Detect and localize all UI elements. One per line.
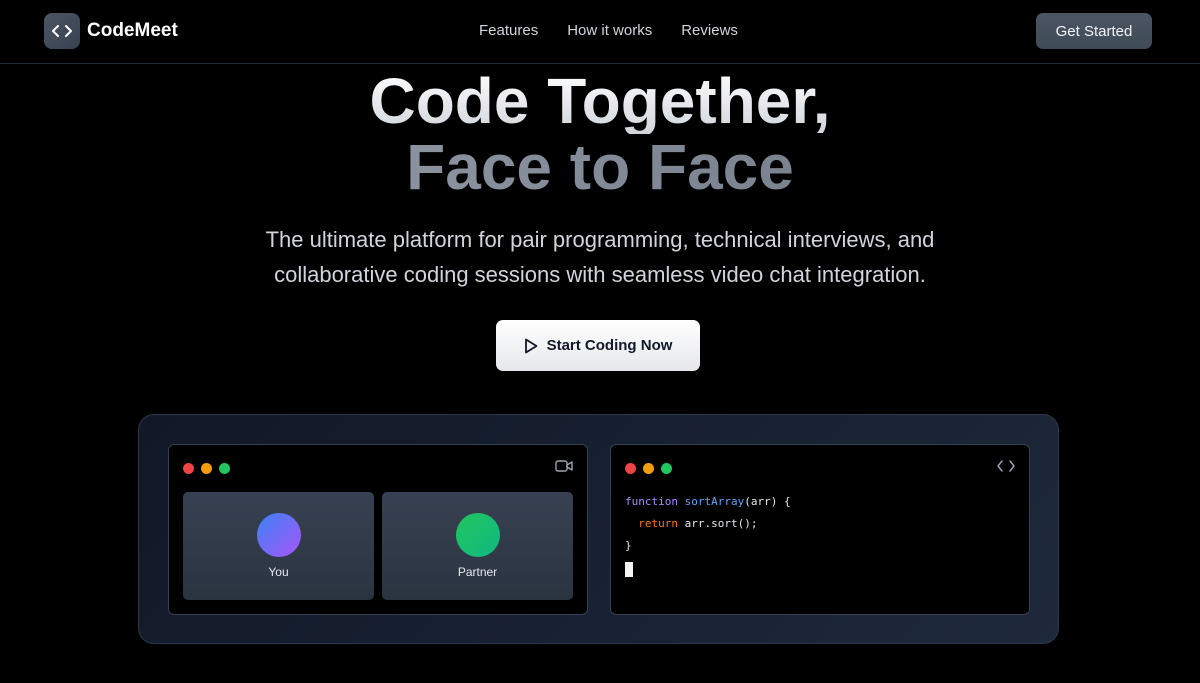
code-function-name: sortArray [684, 495, 745, 508]
text-cursor [625, 562, 633, 577]
minimize-dot [643, 463, 654, 474]
code-icon [44, 13, 80, 49]
start-coding-label: Start Coding Now [546, 337, 673, 354]
code-keyword: return [638, 517, 678, 530]
video-camera-icon [555, 459, 573, 478]
avatar [257, 513, 301, 557]
participant-label: You [268, 565, 289, 579]
avatar [456, 513, 500, 557]
code-keyword: function [625, 495, 678, 508]
code-editor[interactable]: function sortArray(arr) { return arr.sor… [625, 491, 791, 579]
code-line: return arr.sort(); [625, 513, 791, 535]
brand-name: CodeMeet [87, 20, 178, 41]
close-dot [183, 463, 194, 474]
code-text: arr.sort(); [678, 517, 758, 530]
hero-subtitle: The ultimate platform for pair programmi… [265, 227, 935, 287]
window-controls [183, 463, 237, 474]
nav-link-reviews[interactable]: Reviews [681, 22, 738, 39]
maximize-dot [661, 463, 672, 474]
code-line: } [625, 539, 632, 552]
code-text: (arr) { [744, 495, 791, 508]
code-editor-window: function sortArray(arr) { return arr.sor… [610, 444, 1030, 615]
video-tile-partner: Partner [382, 492, 573, 600]
video-chat-window: You Partner [168, 444, 588, 615]
code-line: function sortArray(arr) { [625, 491, 791, 513]
nav-link-features[interactable]: Features [479, 22, 538, 39]
hero-title: Code Together, Face to Face [0, 68, 1200, 200]
code-icon [997, 459, 1015, 478]
hero-title-line-2: Face to Face [0, 134, 1200, 200]
landing-page: CodeMeet Features How it works Reviews G… [0, 0, 1200, 683]
hero-title-line-1: Code Together, [0, 68, 1200, 134]
brand[interactable]: CodeMeet [44, 13, 178, 49]
play-icon [524, 338, 537, 353]
code-line [625, 557, 791, 579]
main-nav: Features How it works Reviews [479, 22, 767, 39]
maximize-dot [219, 463, 230, 474]
start-coding-button[interactable]: Start Coding Now [496, 320, 700, 371]
get-started-button[interactable]: Get Started [1036, 13, 1152, 49]
demo-preview: You Partner function sortArray(arr) {re… [138, 414, 1059, 644]
participant-label: Partner [457, 565, 498, 579]
video-tile-you: You [183, 492, 374, 600]
nav-link-how-it-works[interactable]: How it works [567, 22, 652, 39]
top-nav-bar: CodeMeet Features How it works Reviews G… [0, 0, 1200, 64]
window-controls [625, 463, 679, 474]
minimize-dot [201, 463, 212, 474]
close-dot [625, 463, 636, 474]
